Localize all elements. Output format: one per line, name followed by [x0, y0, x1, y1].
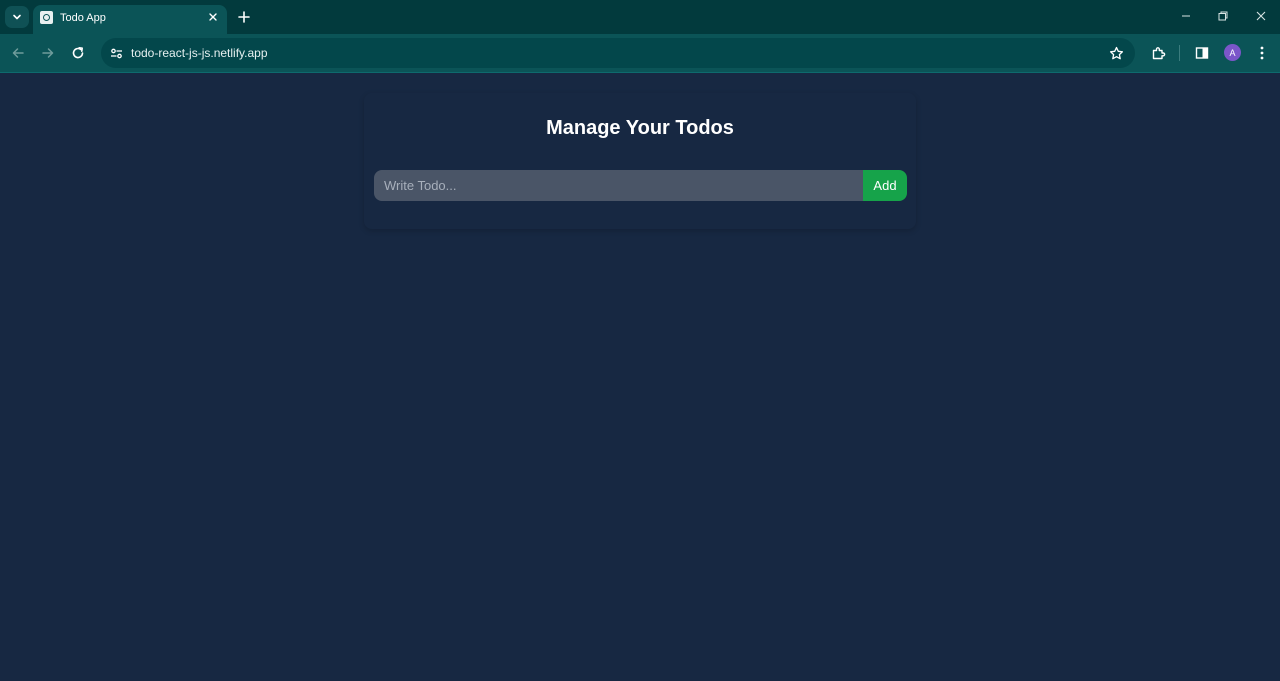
minimize-button[interactable]: [1175, 6, 1197, 26]
site-info-button[interactable]: [108, 45, 124, 61]
arrow-right-icon: [42, 48, 54, 58]
tab-strip: Todo App: [0, 0, 1280, 34]
side-panel-button[interactable]: [1191, 42, 1213, 64]
side-panel-icon: [1195, 47, 1209, 59]
close-icon: [209, 13, 217, 21]
address-bar[interactable]: todo-react-js-js.netlify.app: [101, 38, 1135, 68]
tab-todo-app[interactable]: Todo App: [33, 5, 227, 34]
tab-title: Todo App: [60, 12, 106, 24]
puzzle-icon: [1152, 46, 1165, 59]
profile-avatar[interactable]: A: [1224, 44, 1241, 61]
plus-icon: [238, 11, 250, 23]
extensions-button[interactable]: [1147, 42, 1169, 64]
bookmark-button[interactable]: [1107, 44, 1125, 62]
favicon-icon: [40, 11, 53, 24]
browser-toolbar: todo-react-js-js.netlify.app A: [0, 34, 1280, 72]
star-icon: [1109, 46, 1123, 59]
page-content: Manage Your Todos Add: [0, 73, 1280, 681]
restore-button[interactable]: [1212, 6, 1234, 26]
arrow-left-icon: [12, 48, 24, 58]
forward-button[interactable]: [37, 42, 59, 64]
toolbar-separator: [1179, 45, 1180, 61]
more-vertical-icon: [1260, 46, 1264, 60]
tab-search-button[interactable]: [5, 6, 29, 28]
minimize-icon: [1182, 15, 1190, 17]
reload-icon: [72, 47, 84, 59]
todo-form: Add: [374, 170, 907, 201]
todo-card: [364, 93, 916, 229]
menu-button[interactable]: [1251, 42, 1273, 64]
new-tab-button[interactable]: [235, 8, 253, 26]
tab-close-button[interactable]: [206, 10, 220, 24]
close-icon: [1256, 11, 1266, 21]
window-close-button[interactable]: [1250, 6, 1272, 26]
add-button[interactable]: Add: [863, 170, 907, 201]
back-button[interactable]: [7, 42, 29, 64]
chevron-down-icon: [13, 14, 21, 20]
todo-input[interactable]: [374, 170, 863, 201]
page-title: Manage Your Todos: [546, 117, 734, 139]
tune-icon: [110, 48, 122, 58]
reload-button[interactable]: [67, 42, 89, 64]
url-text: todo-react-js-js.netlify.app: [131, 46, 268, 60]
restore-icon: [1218, 11, 1228, 21]
